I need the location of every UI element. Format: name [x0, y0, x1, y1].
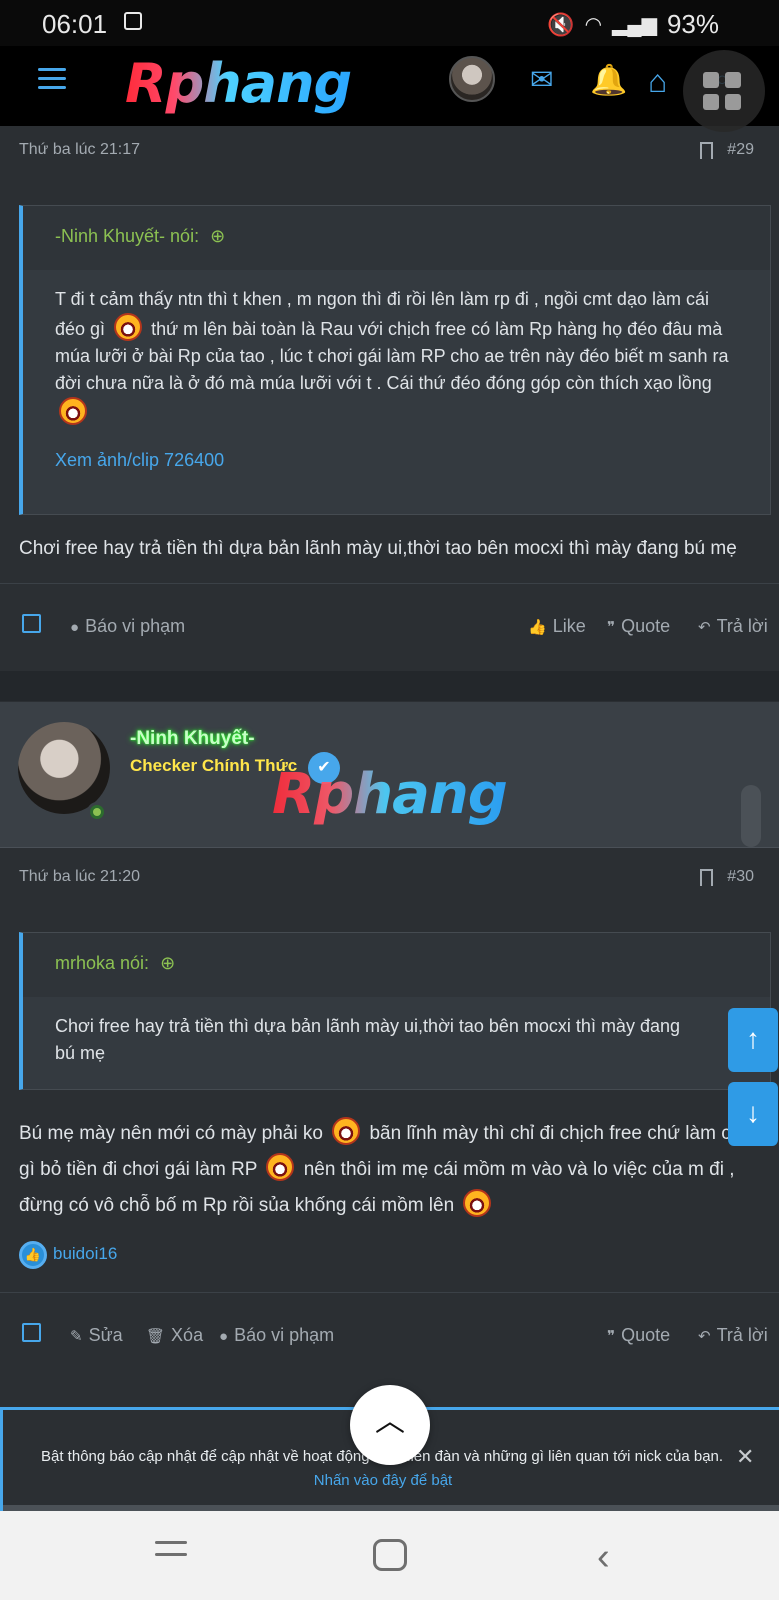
media-link[interactable]: Xem ảnh/clip 726400	[55, 447, 738, 474]
like-button[interactable]: 👍 Like	[528, 616, 586, 637]
site-logo[interactable]: Rphang	[125, 52, 352, 115]
mute-icon: 🔇	[547, 11, 575, 37]
scroll-handle[interactable]	[741, 785, 761, 847]
quote-author[interactable]: -Ninh Khuyết- nói: ⊕	[23, 206, 770, 270]
post-actions: ● Báo vi phạm 👍 Like ❞ Quote ↶ Trả lời	[0, 583, 779, 669]
notification-icon	[124, 12, 142, 30]
laughing-emoji-icon	[59, 397, 87, 425]
quote-block: mrhoka nói: ⊕ Chơi free hay trả tiền thì…	[19, 932, 771, 1090]
status-time: 06:01	[42, 9, 108, 39]
floating-menu-overlay[interactable]	[683, 50, 765, 132]
recent-apps-icon[interactable]	[155, 1541, 187, 1565]
username[interactable]: -Ninh Khuyết-	[130, 728, 255, 750]
quote-button[interactable]: ❞ Quote	[607, 1325, 670, 1346]
quote-icon: ❞	[607, 1328, 616, 1345]
post-actions: ✎ Sửa 🗑 Xóa ● Báo vi phạm ❞ Quote ↶ Trả lời	[0, 1292, 779, 1378]
laughing-emoji-icon	[332, 1117, 361, 1145]
laughing-emoji-icon	[463, 1189, 492, 1217]
like-reaction-icon: 👍	[19, 1241, 47, 1269]
arrow-down-icon: ↓	[746, 1097, 760, 1128]
back-icon[interactable]: ‹	[597, 1536, 610, 1579]
signal-icon: ▂▄▆	[612, 14, 657, 36]
quote-text: thứ m lên bài toàn là Rau với chịch free…	[55, 319, 729, 393]
scroll-to-top-button[interactable]: ︿	[350, 1385, 430, 1465]
scroll-up-button[interactable]: ↑	[728, 1008, 778, 1072]
close-icon[interactable]: ✕	[736, 1444, 754, 1470]
quote-button[interactable]: ❞ Quote	[607, 616, 670, 637]
arrow-up-circle-icon[interactable]: ⊕	[160, 953, 175, 973]
enable-notification-link[interactable]: Nhấn vào đây để bật	[3, 1472, 763, 1489]
post-time: Thứ ba lúc 21:17	[19, 141, 141, 158]
laughing-emoji-icon	[114, 313, 143, 341]
alert-icon: ●	[219, 1328, 229, 1345]
edit-button[interactable]: ✎ Sửa	[70, 1325, 123, 1346]
status-right: 🔇 ◠ ▂▄▆ 93%	[547, 9, 719, 40]
post-time: Thứ ba lúc 21:20	[19, 868, 141, 885]
quote-text: Chơi free hay trả tiền thì dựa bản lãnh …	[55, 1016, 680, 1063]
post-content: Bú mẹ mày nên mới có mày phải ko bãn lĩn…	[19, 1116, 769, 1224]
store-icon[interactable]: ⌂	[648, 63, 667, 100]
post-number[interactable]: #29	[727, 141, 754, 159]
reaction-user[interactable]: buidoi16	[53, 1244, 117, 1264]
select-checkbox[interactable]	[22, 614, 41, 633]
reply-button[interactable]: ↶ Trả lời	[698, 616, 768, 637]
alert-icon: ●	[70, 619, 80, 636]
quote-author[interactable]: mrhoka nói: ⊕	[23, 933, 770, 997]
trash-icon: 🗑	[146, 1328, 166, 1345]
system-navigation-bar: ‹	[0, 1511, 779, 1600]
menu-icon[interactable]	[38, 68, 66, 90]
arrow-up-icon: ↑	[746, 1023, 760, 1054]
bell-icon[interactable]: 🔔	[590, 63, 627, 98]
laughing-emoji-icon	[266, 1153, 295, 1181]
delete-button[interactable]: 🗑 Xóa	[146, 1325, 203, 1346]
post-separator	[0, 671, 779, 701]
reply-icon: ↶	[698, 1328, 711, 1345]
bookmark-icon[interactable]	[700, 142, 713, 159]
arrow-up-circle-icon[interactable]: ⊕	[210, 226, 225, 246]
report-button[interactable]: ● Báo vi phạm	[219, 1325, 334, 1346]
top-navbar: Rphang ✉ 🔔 ⌂ ⌕	[0, 46, 779, 132]
online-status-icon	[87, 802, 107, 822]
status-bar: 06:01 🔇 ◠ ▂▄▆ 93%	[0, 0, 779, 46]
quote-body: T đi t cảm thấy ntn thì t khen , m ngon …	[23, 270, 770, 498]
battery-percent: 93%	[666, 9, 719, 39]
reply-button[interactable]: ↶ Trả lời	[698, 1325, 768, 1346]
avatar[interactable]	[18, 722, 110, 814]
report-button[interactable]: ● Báo vi phạm	[70, 616, 185, 637]
pencil-icon: ✎	[70, 1328, 83, 1345]
post-user-header: -Ninh Khuyết- Checker Chính Thức ✔ Rphan…	[0, 702, 779, 848]
home-icon[interactable]	[373, 1539, 407, 1571]
post-number[interactable]: #30	[727, 868, 754, 886]
select-checkbox[interactable]	[22, 1323, 41, 1342]
wifi-icon: ◠	[584, 14, 603, 36]
bookmark-icon[interactable]	[700, 869, 713, 886]
watermark-logo: Rphang	[272, 762, 508, 827]
scroll-down-button[interactable]: ↓	[728, 1082, 778, 1146]
mail-icon[interactable]: ✉	[530, 63, 553, 96]
avatar[interactable]	[449, 56, 495, 102]
quote-icon: ❞	[607, 619, 616, 636]
thumbs-up-icon: 👍	[528, 619, 547, 636]
quote-block: -Ninh Khuyết- nói: ⊕ T đi t cảm thấy ntn…	[19, 205, 771, 515]
reply-icon: ↶	[698, 619, 711, 636]
chevron-up-icon: ︿	[375, 1405, 405, 1438]
post-content: Chơi free hay trả tiền thì dựa bản lãnh …	[19, 538, 737, 559]
